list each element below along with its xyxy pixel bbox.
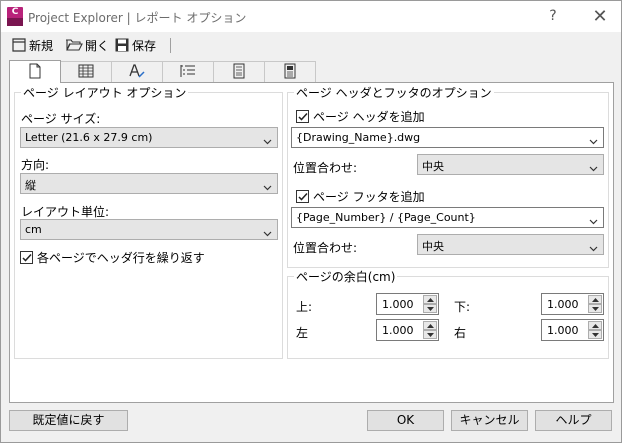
save-icon — [114, 37, 130, 53]
text-style-icon — [128, 63, 146, 82]
checkbox-checked-icon — [296, 110, 309, 123]
header-align-select[interactable]: 中央 — [417, 154, 604, 175]
header-footer-group-title: ページ ヘッダとフッタのオプション — [294, 84, 494, 101]
margin-left-spinner[interactable]: 1.000 — [376, 319, 439, 341]
help-button[interactable]: ヘルプ — [535, 410, 612, 431]
orientation-select[interactable]: 縦 — [20, 173, 278, 194]
spin-down-icon[interactable] — [588, 330, 602, 339]
margin-top-value: 1.000 — [382, 298, 414, 311]
spin-up-icon[interactable] — [423, 295, 437, 304]
footer-text-combo[interactable]: {Page_Number} / {Page_Count} — [291, 207, 604, 228]
chevron-down-icon — [589, 161, 598, 175]
spin-down-icon[interactable] — [588, 304, 602, 313]
page-size-label: ページ サイズ: — [21, 112, 101, 126]
footer-align-select[interactable]: 中央 — [417, 234, 604, 255]
tab-outline[interactable] — [162, 61, 214, 82]
app-icon: C — [7, 7, 23, 26]
toolbar-separator — [170, 38, 171, 53]
outline-list-icon — [180, 64, 196, 81]
close-button[interactable]: ✕ — [580, 1, 620, 32]
margin-top-label: 上: — [296, 300, 313, 314]
open-button[interactable]: 開く — [65, 36, 109, 54]
table-icon — [78, 64, 94, 81]
tab-document-list[interactable] — [264, 61, 316, 82]
margin-right-value: 1.000 — [547, 324, 579, 337]
margins-group: ページの余白(cm) — [287, 268, 609, 359]
margin-left-value: 1.000 — [382, 324, 414, 337]
orientation-value: 縦 — [25, 179, 36, 192]
report-options-dialog: C Project Explorer | レポート オプション ? ✕ 新規 開… — [0, 0, 622, 443]
add-footer-label: ページ フッタを追加 — [313, 190, 425, 204]
chevron-down-icon — [589, 134, 598, 148]
chevron-down-icon — [589, 241, 598, 255]
margin-right-label: 右 — [454, 326, 467, 340]
spin-up-icon[interactable] — [588, 321, 602, 330]
spin-down-icon[interactable] — [423, 330, 437, 339]
tab-text-style[interactable] — [111, 61, 163, 82]
ok-button[interactable]: OK — [367, 410, 444, 431]
open-label: 開く — [85, 38, 110, 53]
margin-left-label: 左 — [296, 326, 309, 340]
page-size-select[interactable]: Letter (21.6 x 27.9 cm) — [20, 127, 278, 148]
footer-text-value: {Page_Number} / {Page_Count} — [296, 211, 476, 224]
unit-select[interactable]: cm — [20, 219, 278, 240]
tab-document[interactable] — [213, 61, 265, 82]
spin-up-icon[interactable] — [423, 321, 437, 330]
document-list-icon — [283, 63, 297, 82]
margin-bottom-label: 下: — [454, 300, 471, 314]
window-title: Project Explorer | レポート オプション — [28, 11, 247, 25]
header-text-value: {Drawing_Name}.dwg — [296, 131, 421, 144]
help-title-button[interactable]: ? — [533, 1, 573, 32]
add-footer-checkbox[interactable]: ページ フッタを追加 — [296, 188, 425, 205]
tab-table[interactable] — [60, 61, 112, 82]
checkbox-checked-icon — [20, 251, 33, 264]
repeat-header-checkbox[interactable]: 各ページでヘッダ行を繰り返す — [20, 249, 205, 266]
orientation-label: 方向: — [21, 158, 50, 172]
new-label: 新規 — [29, 38, 54, 53]
title-bar: C Project Explorer | レポート オプション ? ✕ — [1, 1, 621, 32]
new-file-icon — [11, 37, 27, 53]
page-size-value: Letter (21.6 x 27.9 cm) — [25, 131, 153, 144]
add-header-label: ページ ヘッダを追加 — [313, 110, 425, 124]
cancel-button[interactable]: キャンセル — [451, 410, 528, 431]
document-icon — [232, 63, 246, 82]
repeat-header-label: 各ページでヘッダ行を繰り返す — [37, 251, 205, 265]
toolbar: 新規 開く 保存 — [1, 32, 621, 58]
reset-defaults-button[interactable]: 既定値に戻す — [9, 410, 128, 431]
footer-align-value: 中央 — [422, 240, 444, 253]
margin-right-spinner[interactable]: 1.000 — [541, 319, 604, 341]
chevron-down-icon — [589, 214, 598, 228]
header-align-value: 中央 — [422, 160, 444, 173]
chevron-down-icon — [263, 134, 272, 148]
folder-open-icon — [65, 37, 83, 53]
footer-align-label: 位置合わせ: — [293, 241, 358, 255]
margin-bottom-value: 1.000 — [547, 298, 579, 311]
header-text-combo[interactable]: {Drawing_Name}.dwg — [291, 127, 604, 148]
tab-panel: ページ レイアウト オプション ページ サイズ: Letter (21.6 x … — [9, 82, 614, 403]
save-button[interactable]: 保存 — [114, 36, 156, 54]
add-header-checkbox[interactable]: ページ ヘッダを追加 — [296, 108, 425, 125]
unit-label: レイアウト単位: — [21, 205, 110, 219]
header-align-label: 位置合わせ: — [293, 161, 358, 175]
margin-top-spinner[interactable]: 1.000 — [376, 293, 439, 315]
spin-down-icon[interactable] — [423, 304, 437, 313]
unit-value: cm — [25, 223, 42, 236]
save-label: 保存 — [132, 38, 157, 53]
page-icon — [28, 63, 42, 82]
page-layout-group-title: ページ レイアウト オプション — [21, 84, 189, 101]
new-button[interactable]: 新規 — [11, 36, 53, 54]
checkbox-checked-icon — [296, 190, 309, 203]
spin-up-icon[interactable] — [588, 295, 602, 304]
margins-group-title: ページの余白(cm) — [294, 268, 398, 285]
chevron-down-icon — [263, 226, 272, 240]
tab-page[interactable] — [9, 60, 61, 83]
chevron-down-icon — [263, 180, 272, 194]
margin-bottom-spinner[interactable]: 1.000 — [541, 293, 604, 315]
